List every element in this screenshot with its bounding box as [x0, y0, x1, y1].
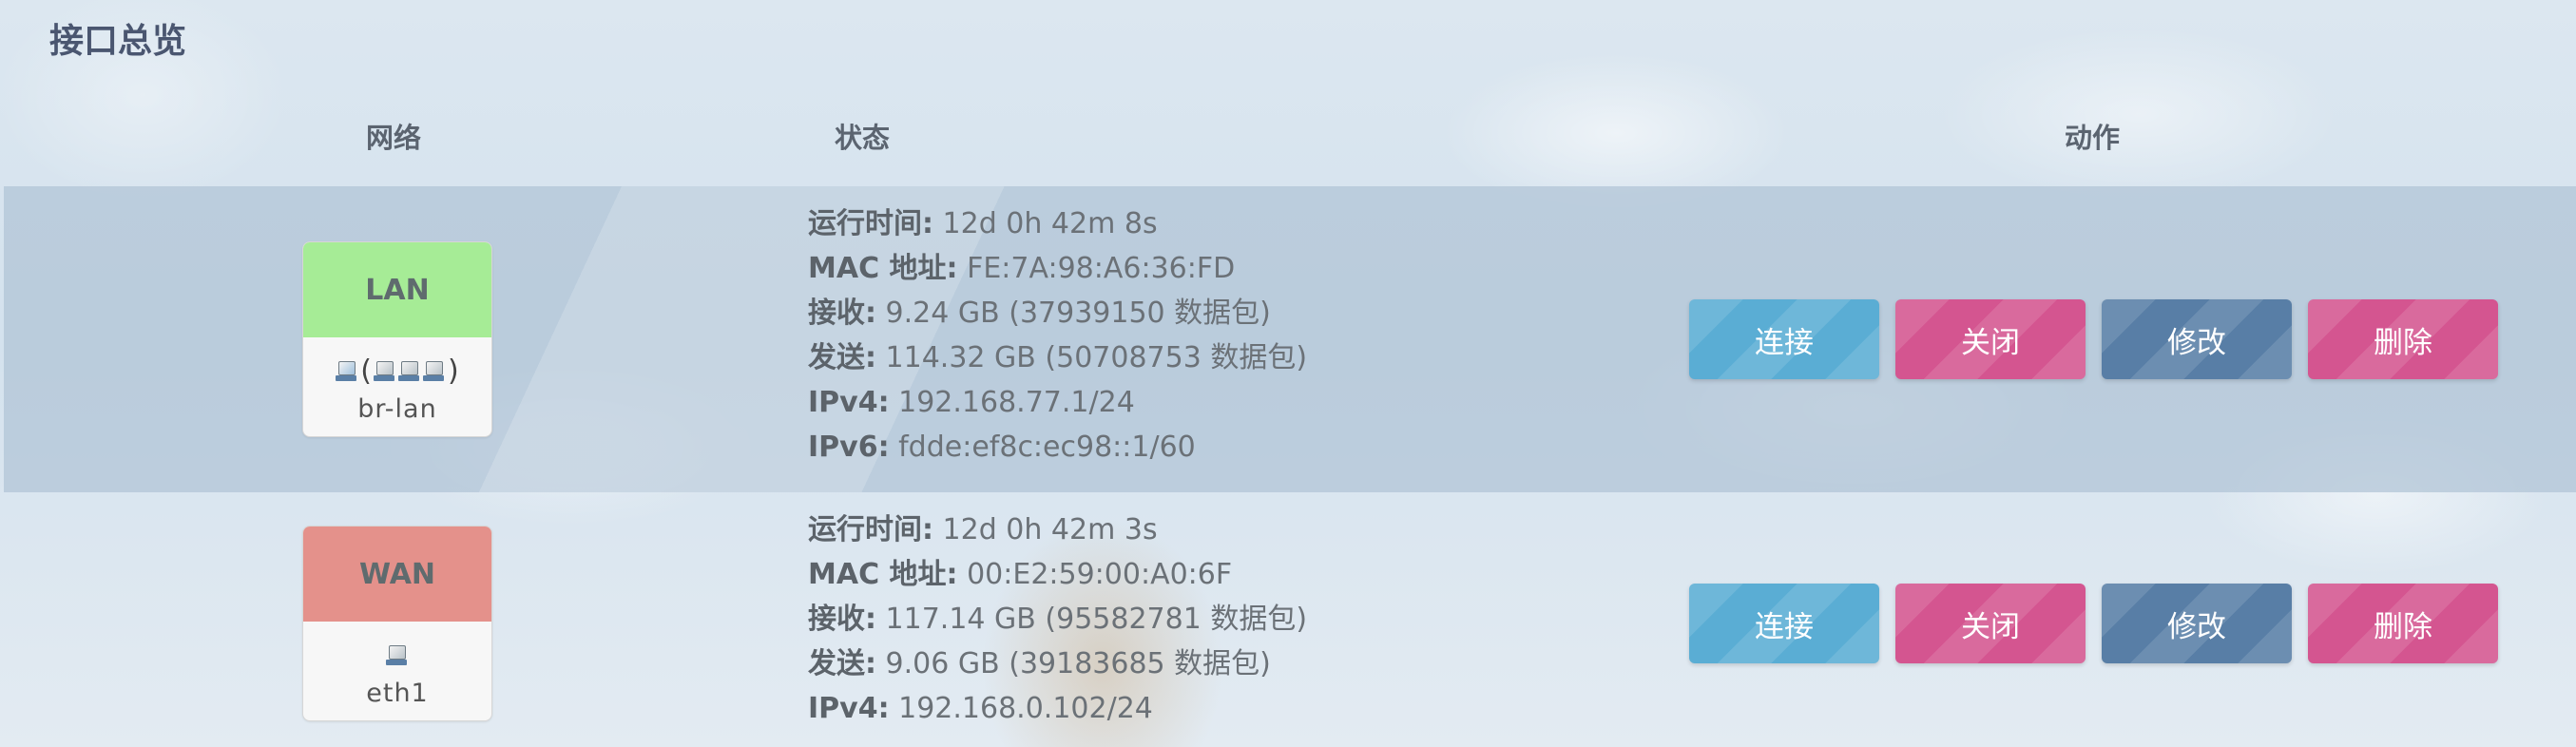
column-header-actions: 动作	[2065, 122, 2121, 154]
status-value: FE:7A:98:A6:36:FD	[967, 252, 1236, 285]
status-line-tx: 发送: 114.32 GB (50708753 数据包)	[808, 335, 1307, 380]
connect-button-label: 连接	[1755, 609, 1814, 644]
interface-status-lan: 运行时间: 12d 0h 42m 8s MAC 地址: FE:7A:98:A6:…	[808, 201, 1307, 469]
interface-badge-wan: WAN eth1	[302, 526, 492, 721]
status-value: 114.32 GB (50708753 数据包)	[885, 341, 1308, 374]
status-line-uptime: 运行时间: 12d 0h 42m 8s	[808, 201, 1307, 246]
status-key: MAC 地址:	[808, 558, 958, 591]
delete-button[interactable]: 删除	[2308, 584, 2498, 663]
interface-devices-wan: eth1	[303, 622, 491, 720]
status-key: MAC 地址:	[808, 252, 958, 285]
interface-actions-lan: 连接 关闭 修改 删除	[1689, 299, 2498, 379]
status-value: 9.06 GB (39183685 数据包)	[885, 647, 1271, 680]
edit-button-label: 修改	[2167, 325, 2226, 360]
ethernet-port-icon	[398, 360, 421, 383]
delete-button-label: 删除	[2374, 609, 2432, 644]
status-line-rx: 接收: 9.24 GB (37939150 数据包)	[808, 291, 1307, 335]
status-line-ipv4: IPv4: 192.168.0.102/24	[808, 686, 1307, 731]
status-key: IPv4:	[808, 692, 890, 725]
device-icons-lan: ( )	[336, 353, 459, 391]
device-name-wan: eth1	[366, 678, 429, 708]
status-value: 9.24 GB (37939150 数据包)	[885, 297, 1271, 330]
status-line-mac: MAC 地址: FE:7A:98:A6:36:FD	[808, 246, 1307, 291]
status-key: 发送:	[808, 647, 876, 680]
device-name-lan: br-lan	[357, 393, 437, 424]
status-value: 12d 0h 42m 8s	[942, 207, 1158, 240]
bridge-icon	[336, 360, 358, 383]
device-icons-close-paren: )	[448, 354, 459, 388]
status-value: 192.168.77.1/24	[898, 386, 1135, 419]
status-key: 发送:	[808, 341, 876, 374]
ethernet-port-icon	[423, 360, 446, 383]
status-value: 192.168.0.102/24	[898, 692, 1153, 725]
status-line-uptime: 运行时间: 12d 0h 42m 3s	[808, 508, 1307, 552]
status-key: IPv4:	[808, 386, 890, 419]
close-button[interactable]: 关闭	[1895, 299, 2086, 379]
status-key: IPv6:	[808, 431, 890, 464]
device-icons-open-paren: (	[360, 354, 372, 388]
column-header-network: 网络	[366, 122, 422, 154]
status-key: 接收:	[808, 297, 876, 330]
connect-button[interactable]: 连接	[1689, 584, 1879, 663]
status-key: 运行时间:	[808, 207, 933, 240]
status-line-ipv6: IPv6: fdde:ef8c:ec98::1/60	[808, 425, 1307, 469]
status-line-rx: 接收: 117.14 GB (95582781 数据包)	[808, 597, 1307, 642]
status-line-tx: 发送: 9.06 GB (39183685 数据包)	[808, 642, 1307, 686]
connect-button[interactable]: 连接	[1689, 299, 1879, 379]
status-value: 12d 0h 42m 3s	[942, 513, 1158, 546]
interface-devices-lan: ( ) br-lan	[303, 337, 491, 436]
column-header-status: 状态	[835, 122, 891, 154]
edit-button[interactable]: 修改	[2102, 584, 2292, 663]
close-button-label: 关闭	[1961, 609, 2020, 644]
interface-name-wan: WAN	[303, 527, 491, 622]
delete-button[interactable]: 删除	[2308, 299, 2498, 379]
interface-name-lan: LAN	[303, 242, 491, 337]
ethernet-port-icon	[386, 644, 409, 667]
device-icons-wan	[386, 637, 409, 675]
status-line-mac: MAC 地址: 00:E2:59:00:A0:6F	[808, 552, 1307, 597]
connect-button-label: 连接	[1755, 325, 1814, 360]
status-key: 接收:	[808, 603, 876, 636]
page-title: 接口总览	[49, 22, 187, 61]
interface-badge-lan: LAN ( ) br-lan	[302, 241, 492, 437]
status-value: fdde:ef8c:ec98::1/60	[898, 431, 1196, 464]
interface-row-wan: WAN eth1 运行时间: 12d 0h 42m 3s MAC 地址: 00:…	[4, 492, 2576, 747]
status-value: 00:E2:59:00:A0:6F	[967, 558, 1233, 591]
ethernet-port-icon	[374, 360, 396, 383]
interface-status-wan: 运行时间: 12d 0h 42m 3s MAC 地址: 00:E2:59:00:…	[808, 508, 1307, 731]
status-key: 运行时间:	[808, 513, 933, 546]
close-button[interactable]: 关闭	[1895, 584, 2086, 663]
edit-button-label: 修改	[2167, 609, 2226, 644]
delete-button-label: 删除	[2374, 325, 2432, 360]
edit-button[interactable]: 修改	[2102, 299, 2292, 379]
interface-actions-wan: 连接 关闭 修改 删除	[1689, 584, 2498, 663]
status-value: 117.14 GB (95582781 数据包)	[885, 603, 1308, 636]
status-line-ipv4: IPv4: 192.168.77.1/24	[808, 380, 1307, 425]
close-button-label: 关闭	[1961, 325, 2020, 360]
interface-row-lan: LAN ( ) br-lan 运行时间: 12d 0h 42m 8s MAC 地…	[4, 186, 2576, 492]
